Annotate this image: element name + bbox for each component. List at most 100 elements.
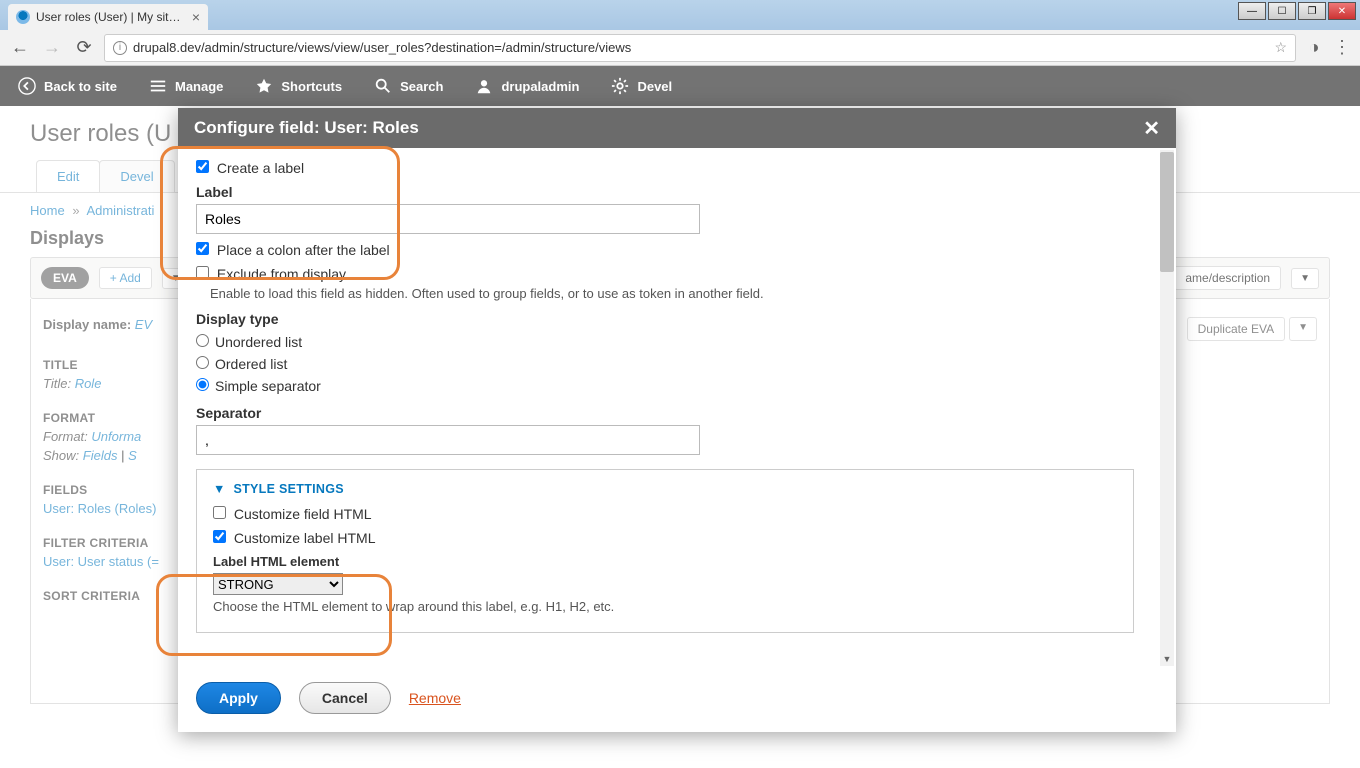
address-bar[interactable]: i drupal8.dev/admin/structure/views/view… [104,34,1296,62]
browser-tab[interactable]: User roles (User) | My sit… × [8,4,208,30]
shortcuts-label: Shortcuts [281,79,342,94]
devel-label: Devel [637,79,672,94]
customize-field-html-label: Customize field HTML [234,506,372,522]
style-settings-label: STYLE SETTINGS [233,482,343,496]
display-type-heading: Display type [196,311,1158,327]
display-type-ul-label: Unordered list [215,334,302,350]
label-field-label: Label [196,184,1158,200]
back-to-site-link[interactable]: Back to site [4,66,131,106]
customize-label-html-checkbox[interactable] [213,530,226,543]
url-text: drupal8.dev/admin/structure/views/view/u… [133,40,1268,55]
search-icon [374,77,392,95]
devel-link[interactable]: Devel [597,66,686,106]
customize-field-html-checkbox[interactable] [213,506,226,519]
customize-label-html-label: Customize label HTML [234,530,376,546]
create-label-checkbox[interactable] [196,160,209,173]
drupal-admin-toolbar: Back to site Manage Shortcuts Search dru… [0,66,1360,106]
edit-name-desc-button[interactable]: ame/description [1174,266,1281,290]
shortcuts-link[interactable]: Shortcuts [241,66,356,106]
manage-link[interactable]: Manage [135,66,237,106]
drupal-favicon [16,10,30,24]
reload-button[interactable]: ⟳ [72,36,96,60]
label-html-element-heading: Label HTML element [213,554,1117,569]
remove-link[interactable]: Remove [409,690,461,706]
display-type-ol-label: Ordered list [215,356,287,372]
display-type-ul-radio[interactable] [196,334,209,347]
bookmark-star-icon[interactable]: ☆ [1274,39,1287,56]
duplicate-caret[interactable]: ▼ [1289,317,1317,341]
create-label-text: Create a label [217,160,304,176]
manage-label: Manage [175,79,223,94]
minimize-button[interactable]: — [1238,2,1266,20]
exclude-label: Exclude from display [217,266,346,282]
modal-scrollbar[interactable]: ▲ ▼ [1160,150,1174,666]
edit-name-caret[interactable]: ▼ [1291,268,1319,289]
tab-title: User roles (User) | My sit… [36,10,186,24]
display-eva-badge[interactable]: EVA [41,267,89,289]
search-label: Search [400,79,443,94]
back-button[interactable]: ← [8,36,32,60]
close-tab-icon[interactable]: × [192,9,200,25]
colon-checkbox[interactable] [196,242,209,255]
browser-extras-icon[interactable]: ◑ [1304,38,1324,58]
display-type-ol-radio[interactable] [196,356,209,369]
show-sep: | [121,448,124,463]
show-settings[interactable]: S [128,448,137,463]
modal-title: Configure field: User: Roles [194,118,419,138]
site-info-icon[interactable]: i [113,41,127,55]
scroll-down-icon[interactable]: ▼ [1160,652,1174,666]
tab-edit[interactable]: Edit [36,160,100,192]
forward-button: → [40,36,64,60]
show-label: Show: [43,448,79,463]
label-input[interactable] [196,204,700,234]
scroll-thumb[interactable] [1160,152,1174,272]
user-link[interactable]: drupaladmin [461,66,593,106]
exclude-checkbox[interactable] [196,266,209,279]
add-display-button[interactable]: + Add [99,267,152,289]
breadcrumb-home[interactable]: Home [30,203,65,218]
exclude-help: Enable to load this field as hidden. Oft… [196,282,1158,303]
modal-header: Configure field: User: Roles ✕ [178,108,1176,148]
style-settings-summary[interactable]: ▼ STYLE SETTINGS [213,482,1117,496]
display-name-value[interactable]: EV [135,317,152,332]
cancel-button[interactable]: Cancel [299,682,391,714]
apply-button[interactable]: Apply [196,682,281,714]
display-type-ss-label: Simple separator [215,378,321,394]
triangle-down-icon: ▼ [213,482,226,496]
back-to-site-label: Back to site [44,79,117,94]
separator-label: Separator [196,405,1158,421]
label-html-element-select[interactable]: STRONG [213,573,343,595]
colon-label: Place a colon after the label [217,242,390,258]
show-value[interactable]: Fields [83,448,118,463]
star-icon [255,77,273,95]
window-controls: — ☐ ❐ ✕ [1238,2,1356,20]
gear-icon [611,77,629,95]
hamburger-icon [149,77,167,95]
configure-field-modal: Configure field: User: Roles ✕ Create a … [178,108,1176,732]
browser-toolbar: ← → ⟳ i drupal8.dev/admin/structure/view… [0,30,1360,66]
browser-tab-strip: User roles (User) | My sit… × — ☐ ❐ ✕ [0,0,1360,30]
label-html-element-help: Choose the HTML element to wrap around t… [213,595,1117,616]
close-window-button[interactable]: ✕ [1328,2,1356,20]
duplicate-button[interactable]: Duplicate EVA [1187,317,1285,341]
title-value[interactable]: Role [75,376,102,391]
display-type-ss-radio[interactable] [196,378,209,391]
format-label: Format: [43,429,88,444]
modal-close-button[interactable]: ✕ [1143,116,1160,141]
display-name-label: Display name: [43,317,131,332]
breadcrumb-admin[interactable]: Administrati [86,203,154,218]
title-label: Title: [43,376,71,391]
separator-input[interactable] [196,425,700,455]
style-settings-details: ▼ STYLE SETTINGS Customize field HTML Cu… [196,469,1134,633]
modal-body: Create a label Label Place a colon after… [178,148,1176,668]
back-arrow-icon [18,77,36,95]
format-value[interactable]: Unforma [91,429,141,444]
maximize2-button[interactable]: ❐ [1298,2,1326,20]
search-link[interactable]: Search [360,66,457,106]
tab-devel[interactable]: Devel [99,160,174,192]
browser-menu-icon[interactable]: ⋮ [1332,38,1352,58]
user-label: drupaladmin [501,79,579,94]
user-icon [475,77,493,95]
modal-footer: Apply Cancel Remove [178,668,1176,732]
maximize-button[interactable]: ☐ [1268,2,1296,20]
